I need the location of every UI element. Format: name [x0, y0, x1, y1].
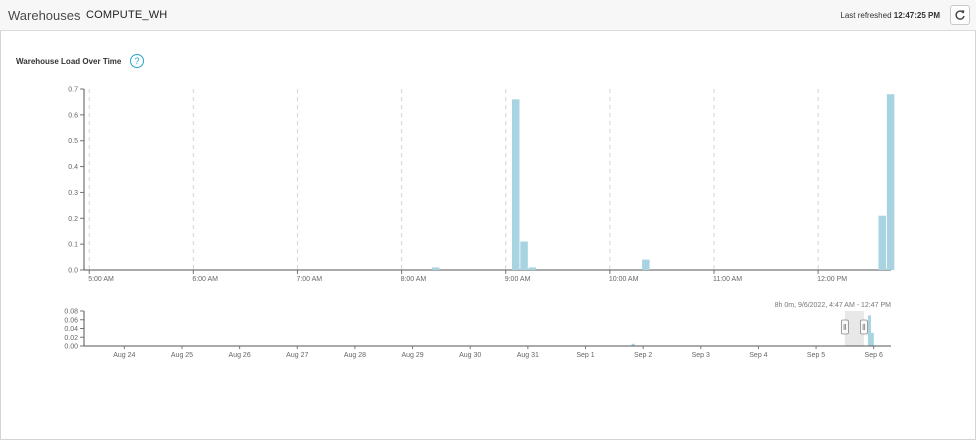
nav-x-tick-label: Aug 27 [286, 352, 308, 359]
y-tick-label: 0.0 [68, 268, 78, 275]
nav-x-tick-label: Sep 2 [634, 352, 652, 359]
load-bar [886, 94, 895, 270]
warehouse-load-chart: 5:00 AM 6:00 AM 7:00 AM 8:00 AM 9:00 AM 10:00… [68, 87, 895, 283]
nav-x-tick-label: Sep 3 [692, 352, 710, 359]
handle-grip [860, 319, 868, 335]
nav-x-tick-label: Aug 31 [517, 352, 539, 359]
nav-load-bar [867, 315, 871, 346]
x-tick-label: 9:00 AM [505, 276, 531, 283]
refresh-button[interactable] [950, 5, 970, 25]
selected-range-label: 8h 0m, 9/6/2022, 4:47 AM - 12:47 PM [775, 302, 892, 309]
breadcrumb-warehouses-link[interactable]: Warehouses [8, 8, 81, 23]
nav-x-tick-label: Aug 26 [229, 352, 251, 359]
y-tick-label: 0.3 [68, 190, 78, 197]
y-tick-label: 0.6 [68, 112, 78, 119]
range-handle-left[interactable] [840, 319, 849, 335]
nav-x-tick-label: Aug 28 [344, 352, 366, 359]
x-tick-label: 11:00 AM [713, 276, 742, 283]
y-tick-label: 0.7 [68, 87, 78, 94]
page-header: Warehouses › COMPUTE_WH Last refreshed 1… [0, 0, 976, 31]
load-bar [642, 259, 650, 270]
x-tick-label: 10:00 AM [609, 276, 639, 283]
last-refreshed-label: Last refreshed [840, 11, 892, 20]
load-bar [520, 241, 528, 270]
nav-x-tick-label: Sep 1 [576, 352, 594, 359]
last-refreshed-status: Last refreshed 12:47:25 PM [840, 11, 940, 20]
nav-y-tick-label: 0.00 [64, 344, 78, 351]
breadcrumb-current-warehouse: COMPUTE_WH [86, 9, 168, 21]
x-tick-label: 5:00 AM [88, 276, 114, 283]
y-tick-label: 0.1 [68, 242, 78, 249]
nav-x-tick-label: Sep 4 [749, 352, 767, 359]
nav-x-tick-label: Aug 30 [459, 352, 481, 359]
nav-load-bar [870, 332, 874, 346]
nav-x-tick-label: Sep 6 [865, 352, 883, 359]
y-tick-label: 0.4 [68, 164, 78, 171]
nav-y-tick-label: 0.02 [64, 335, 78, 342]
x-tick-label: 6:00 AM [192, 276, 218, 283]
x-tick-label: 8:00 AM [401, 276, 427, 283]
help-icon[interactable]: ? [130, 54, 144, 68]
range-handle-right[interactable] [860, 319, 868, 335]
last-refreshed-time: 12:47:25 PM [893, 11, 940, 20]
x-tick-label: 7:00 AM [296, 276, 322, 283]
y-tick-label: 0.5 [68, 138, 78, 145]
load-bar [511, 99, 520, 270]
nav-y-tick-label: 0.06 [64, 317, 78, 324]
nav-y-tick-label: 0.04 [64, 326, 78, 333]
refresh-icon [955, 10, 965, 20]
load-bar [878, 215, 887, 270]
nav-x-tick-label: Aug 24 [113, 352, 135, 359]
handle-grip [840, 319, 849, 335]
load-bar [431, 267, 440, 270]
nav-x-tick-label: Sep 5 [807, 352, 825, 359]
x-tick-label: 12:00 PM [817, 276, 847, 283]
y-tick-label: 0.2 [68, 216, 78, 223]
nav-y-tick-label: 0.08 [64, 309, 78, 316]
load-bar [528, 267, 537, 270]
nav-x-tick-label: Aug 25 [171, 352, 193, 359]
nav-x-tick-label: Aug 29 [401, 352, 423, 359]
time-range-navigator[interactable]: 8h 0m, 9/6/2022, 4:47 AM - 12:47 PM 0.00 0… [0, 296, 976, 366]
breadcrumb-chevron-icon: › [76, 9, 80, 20]
chart-section-title: Warehouse Load Over Time [16, 57, 122, 66]
